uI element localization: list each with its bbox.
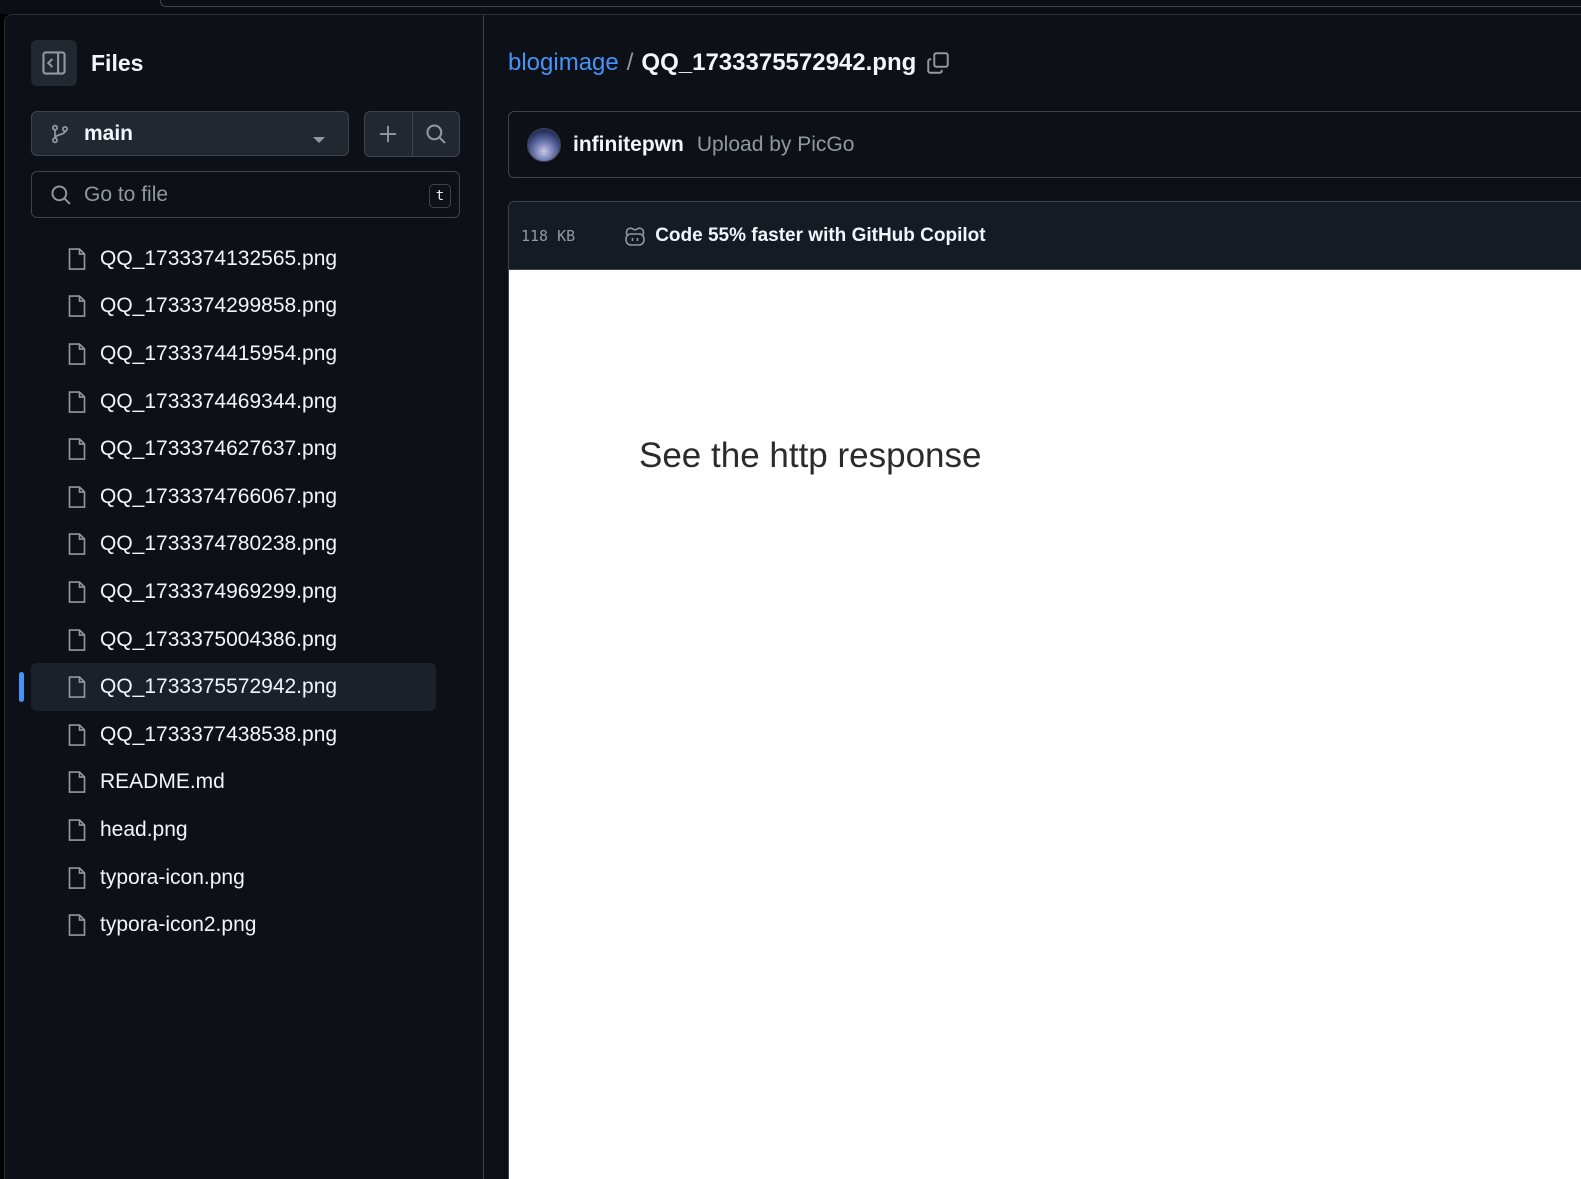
file-icon — [67, 913, 87, 937]
file-tree-item[interactable]: QQ_1733374299858.png — [31, 283, 436, 331]
sidebar-title: Files — [91, 49, 144, 76]
image-preview: See the http response — [509, 270, 1581, 1179]
file-tree-item[interactable]: QQ_1733374969299.png — [31, 568, 436, 616]
file-tree-item[interactable]: head.png — [31, 806, 436, 854]
file-name: QQ_1733377438538.png — [100, 722, 338, 746]
sidebar-header: Files — [31, 39, 143, 87]
file-tree-item[interactable]: QQ_1733374469344.png — [31, 378, 436, 426]
file-icon — [67, 723, 87, 747]
breadcrumb-separator: / — [626, 49, 634, 76]
plus-icon — [380, 125, 397, 143]
file-icon — [67, 818, 87, 842]
copilot-promo-link[interactable]: Code 55% faster with GitHub Copilot — [623, 224, 986, 247]
file-tree-item[interactable]: QQ_1733374132565.png — [31, 235, 436, 283]
github-file-view: Files main Go to file t QQ_1733374132565… — [4, 14, 1581, 1179]
copy-icon — [927, 52, 950, 74]
file-icon — [67, 770, 87, 794]
copilot-icon — [625, 226, 645, 246]
file-icon — [67, 247, 87, 271]
file-tree-item[interactable]: QQ_1733374627637.png — [31, 425, 436, 473]
commit-author[interactable]: infinitepwn — [573, 133, 684, 157]
file-tree-item[interactable]: QQ_1733374766067.png — [31, 473, 436, 521]
avatar[interactable] — [527, 127, 561, 162]
main-content: blogimage / QQ_1733375572942.png infinit… — [484, 15, 1581, 1179]
file-name: QQ_1733375572942.png — [100, 675, 338, 699]
file-tree-sidebar: Files main Go to file t QQ_1733374132565… — [5, 15, 484, 1179]
file-name: typora-icon2.png — [100, 913, 257, 937]
file-icon — [67, 628, 87, 652]
file-icon — [67, 532, 87, 556]
search-icon — [50, 184, 72, 206]
sidebar-collapse-icon — [42, 51, 66, 75]
breadcrumb: blogimage / QQ_1733375572942.png — [508, 49, 950, 77]
collapse-sidebar-button[interactable] — [31, 40, 77, 86]
commit-message[interactable]: Upload by PicGo — [697, 133, 855, 157]
copy-path-button[interactable] — [926, 51, 950, 75]
file-icon — [67, 485, 87, 509]
file-tree-item[interactable]: QQ_1733374780238.png — [31, 521, 436, 569]
add-file-button[interactable] — [365, 112, 413, 156]
file-size: 118 KB — [521, 226, 576, 245]
file-tree-item[interactable]: typora-icon2.png — [31, 901, 436, 949]
file-tree-item[interactable]: QQ_1733375572942.png — [19, 663, 436, 711]
file-name: README.md — [100, 770, 225, 794]
file-tree-item[interactable]: README.md — [31, 759, 436, 807]
breadcrumb-repo-link[interactable]: blogimage — [508, 49, 619, 77]
file-name: QQ_1733374969299.png — [100, 579, 338, 603]
preview-text: See the http response — [639, 436, 982, 475]
file-icon — [67, 866, 87, 890]
breadcrumb-current-file: QQ_1733375572942.png — [641, 49, 917, 76]
file-name: QQ_1733374415954.png — [100, 341, 338, 365]
branch-name: main — [84, 121, 134, 145]
file-icon — [67, 437, 87, 461]
file-icon — [67, 342, 87, 366]
branch-selector[interactable]: main — [31, 111, 349, 156]
latest-commit-bar: infinitepwn Upload by PicGo — [508, 111, 1581, 178]
file-tree-item[interactable]: QQ_1733374415954.png — [31, 330, 436, 378]
file-name: QQ_1733374299858.png — [100, 294, 338, 318]
sidebar-actions — [364, 111, 460, 157]
file-list: QQ_1733374132565.png QQ_1733374299858.png… — [5, 235, 483, 949]
file-name: QQ_1733374766067.png — [100, 484, 338, 508]
go-to-file-search[interactable]: t — [31, 171, 460, 218]
file-icon — [67, 675, 87, 699]
file-name: typora-icon.png — [100, 865, 245, 889]
go-to-file-input[interactable] — [82, 181, 406, 208]
file-icon — [67, 294, 87, 318]
file-tree-item[interactable]: QQ_1733375004386.png — [31, 616, 436, 664]
file-tree-item[interactable]: typora-icon.png — [31, 854, 436, 902]
file-name: QQ_1733374627637.png — [100, 437, 338, 461]
file-icon — [67, 580, 87, 604]
file-name: head.png — [100, 817, 188, 841]
file-name: QQ_1733374780238.png — [100, 532, 338, 556]
search-icon — [426, 124, 446, 144]
keyboard-shortcut-hint: t — [429, 184, 451, 208]
file-viewer: 118 KB Code 55% faster with GitHub Copil… — [508, 201, 1581, 1179]
file-name: QQ_1733374132565.png — [100, 246, 338, 270]
chevron-down-icon — [312, 131, 326, 149]
copilot-promo-text: Code 55% faster with GitHub Copilot — [655, 224, 986, 246]
search-files-button[interactable] — [413, 112, 460, 156]
git-branch-icon — [50, 123, 70, 145]
file-name: QQ_1733374469344.png — [100, 389, 338, 413]
file-icon — [67, 390, 87, 414]
file-tree-item[interactable]: QQ_1733377438538.png — [31, 711, 436, 759]
file-viewer-header: 118 KB Code 55% faster with GitHub Copil… — [509, 202, 1581, 270]
file-name: QQ_1733375004386.png — [100, 627, 338, 651]
browser-top-strip — [0, 0, 1581, 14]
